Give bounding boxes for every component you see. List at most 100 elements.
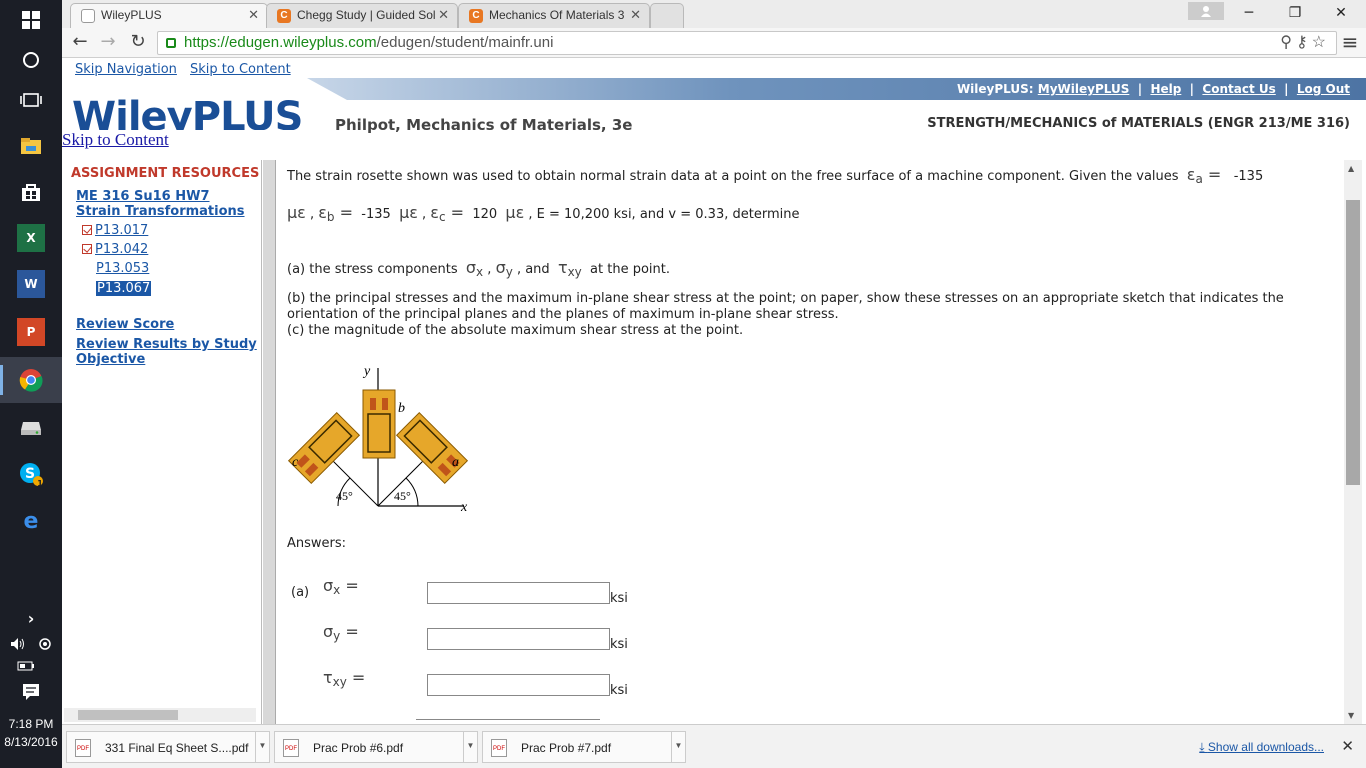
chevron-down-icon[interactable]: ▼ [463, 731, 477, 763]
problem-label-selected[interactable]: P13.067 [96, 281, 152, 296]
pdf-file-icon: PDF [283, 739, 299, 757]
problem-label[interactable]: P13.042 [95, 242, 148, 257]
restore-icon[interactable]: ❐ [1272, 2, 1318, 26]
problem-label[interactable]: P13.017 [95, 223, 148, 238]
url-input[interactable]: https://edugen.wileyplus.com/edugen/stud… [157, 31, 1337, 55]
tab-chegg[interactable]: C Chegg Study | Guided Sol ✕ [266, 3, 458, 28]
url-actions: ⚲⚷☆ [1280, 32, 1330, 52]
clock-date[interactable]: 8/13/2016 [0, 735, 62, 749]
wileyplus-label: WileyPLUS: [956, 82, 1034, 96]
epsilon-b-symbol: εb = [318, 203, 354, 224]
chevron-down-icon[interactable]: ▼ [671, 731, 685, 763]
skip-content-link[interactable]: Skip to Content [190, 62, 291, 77]
contact-us-link[interactable]: Contact Us [1202, 82, 1275, 96]
epsilon-c-value: 120 [472, 207, 498, 222]
problem-intro: The strain rosette shown was used to obt… [287, 165, 1263, 186]
scrollbar-thumb[interactable] [78, 710, 178, 720]
show-all-downloads-link[interactable]: ⤓ Show all downloads... [1199, 740, 1324, 755]
excel-icon[interactable]: X [17, 224, 45, 252]
pdf-file-icon: PDF [75, 739, 91, 757]
sigma-x-input[interactable] [427, 582, 610, 604]
strain-unit: με [399, 203, 418, 222]
profile-icon[interactable] [1188, 2, 1224, 20]
answer-row-tau-xy: τxy = ksi [287, 668, 647, 698]
cortana-icon[interactable] [17, 46, 45, 74]
download-filename: Prac Prob #7.pdf [521, 741, 612, 755]
clock-time[interactable]: 7:18 PM [0, 717, 62, 731]
review-score-label[interactable]: Review Score [76, 317, 174, 332]
powerpoint-icon[interactable]: P [17, 318, 45, 346]
mywileyplus-link[interactable]: MyWileyPLUS [1038, 82, 1130, 96]
sigma-y-input[interactable] [427, 628, 610, 650]
wileyplus-logo[interactable]: WileyPLUS [72, 94, 302, 130]
content-vertical-scrollbar[interactable]: ▲ ▼ [1344, 160, 1362, 724]
minimize-icon[interactable]: ─ [1226, 2, 1272, 26]
tab-wileyplus[interactable]: WileyPLUS ✕ [70, 3, 268, 28]
top-links: WileyPLUS: MyWileyPLUS | Help | Contact … [956, 82, 1350, 96]
chevron-right-icon[interactable]: › [17, 604, 45, 632]
browser-tab-strip: WileyPLUS ✕ C Chegg Study | Guided Sol ✕… [62, 0, 1366, 28]
edge-icon[interactable]: e [17, 506, 45, 534]
back-arrow-icon[interactable]: ← [68, 31, 92, 55]
sidebar-horizontal-scrollbar[interactable] [64, 708, 256, 722]
poisson-text: v = 0.33, determine [668, 207, 800, 222]
reload-icon[interactable]: ↻ [126, 31, 150, 55]
skip-navigation-link[interactable]: Skip Navigation [75, 62, 177, 77]
problem-item-p13-053[interactable]: P13.053 [96, 261, 149, 276]
skip-content-link-2[interactable]: Skip to Content [62, 130, 169, 150]
review-results-line1[interactable]: Review Results by Study [76, 337, 257, 352]
assignment-link[interactable]: ME 316 Su16 HW7 Strain Transformations [76, 189, 245, 219]
pdf-file-icon: PDF [491, 739, 507, 757]
epsilon-b-value: -135 [361, 207, 391, 222]
assignment-link-line1[interactable]: ME 316 Su16 HW7 [76, 189, 210, 204]
active-app-marker [0, 365, 3, 395]
window-close-icon[interactable]: ✕ [1318, 2, 1364, 26]
tab-mechanics[interactable]: C Mechanics Of Materials 3 ✕ [458, 3, 650, 28]
log-out-link[interactable]: Log Out [1297, 82, 1350, 96]
review-results-line2[interactable]: Objective [76, 352, 145, 367]
close-downloads-icon[interactable]: ✕ [1341, 737, 1354, 755]
chrome-icon[interactable] [17, 366, 45, 394]
battery-icon[interactable] [12, 652, 40, 680]
scroll-down-icon[interactable]: ▼ [1348, 711, 1354, 720]
help-link[interactable]: Help [1150, 82, 1181, 96]
skype-icon[interactable]: S 1 [17, 460, 45, 488]
review-results-link[interactable]: Review Results by Study Objective [76, 337, 257, 367]
axis-y-label: y [362, 364, 371, 379]
menu-icon[interactable]: ≡ [1338, 31, 1362, 55]
download-arrow-icon: ⤓ [1199, 740, 1208, 754]
problem-item-p13-042[interactable]: P13.042 [82, 242, 148, 257]
problem-label[interactable]: P13.053 [96, 261, 149, 276]
problem-item-p13-067[interactable]: P13.067 [96, 281, 152, 296]
assignment-link-line2[interactable]: Strain Transformations [76, 204, 245, 219]
download-item[interactable]: PDF Prac Prob #7.pdf ▼ [482, 731, 686, 763]
axis-x-label: x [460, 500, 468, 515]
action-center-icon[interactable] [17, 678, 45, 706]
download-item[interactable]: PDF Prac Prob #6.pdf ▼ [274, 731, 478, 763]
file-explorer-icon[interactable] [17, 132, 45, 160]
forward-arrow-icon[interactable]: → [96, 31, 120, 55]
tab-close-icon[interactable]: ✕ [248, 7, 259, 23]
problem-item-p13-017[interactable]: P13.017 [82, 223, 148, 238]
chevron-down-icon[interactable]: ▼ [255, 731, 269, 763]
task-view-icon[interactable] [17, 86, 45, 114]
store-icon[interactable] [17, 178, 45, 206]
key-icon[interactable]: ⚷ [1296, 34, 1312, 51]
drive-icon[interactable] [17, 414, 45, 442]
answer-part-label: (a) [291, 585, 310, 600]
tab-title: WileyPLUS [101, 8, 162, 22]
tab-close-icon[interactable]: ✕ [630, 7, 641, 23]
scroll-up-icon[interactable]: ▲ [1348, 164, 1354, 173]
bookmark-star-icon[interactable]: ☆ [1312, 34, 1330, 51]
new-tab-button[interactable] [650, 3, 684, 28]
tab-close-icon[interactable]: ✕ [438, 7, 449, 23]
scrollbar-thumb[interactable] [1346, 200, 1360, 485]
tau-xy-input[interactable] [427, 674, 610, 696]
download-item[interactable]: PDF 331 Final Eq Sheet S....pdf ▼ [66, 731, 270, 763]
modulus-text: , E = 10,200 ksi, and [528, 207, 665, 222]
windows-start-icon[interactable] [17, 6, 45, 34]
zoom-icon[interactable]: ⚲ [1280, 34, 1296, 51]
frame-divider[interactable] [263, 160, 276, 724]
word-icon[interactable]: W [17, 270, 45, 298]
review-score-link[interactable]: Review Score [76, 317, 174, 332]
